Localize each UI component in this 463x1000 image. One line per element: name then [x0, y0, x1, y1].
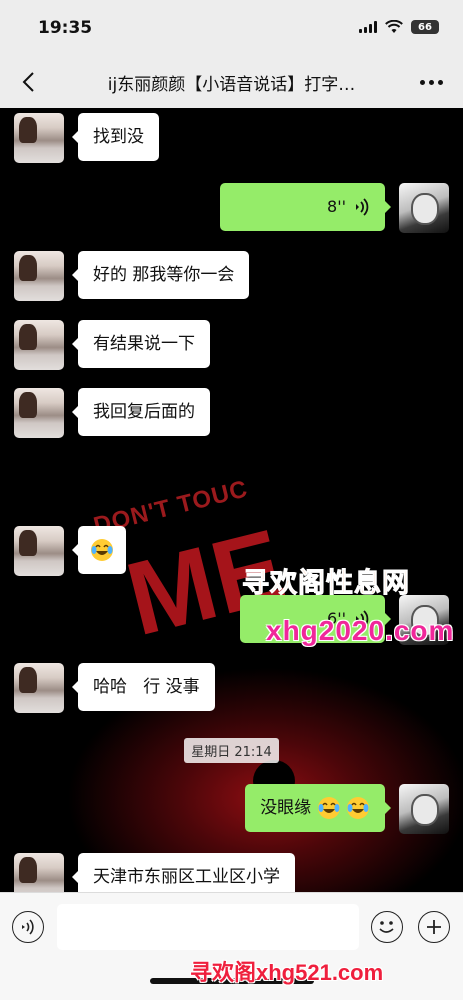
message-bubble[interactable]: 哈哈 行 没事 [72, 663, 215, 711]
message-row [14, 526, 126, 576]
message-row: 有结果说一下 [14, 320, 210, 370]
crying-laughing-emoji-icon [347, 797, 369, 819]
contact-avatar[interactable] [14, 320, 64, 370]
message-row: 找到没 [14, 113, 159, 163]
message-row: 没眼缘 [245, 784, 449, 834]
chat-title: ij东丽颜颜【小语音说话】打字… [107, 75, 356, 95]
wifi-icon [385, 20, 403, 33]
battery-icon: 66 [411, 20, 439, 34]
chat-area[interactable]: DON'T TOUC ME 找到没 8'' 好的 那我等你一会 有结果说一下 我… [0, 108, 463, 892]
watermark-title: 寻欢阁性息网 [242, 568, 410, 600]
message-bubble[interactable]: 找到没 [72, 113, 159, 161]
status-time: 19:35 [38, 18, 93, 38]
watermark-url: xhg2020.com [266, 615, 455, 646]
contact-avatar[interactable] [14, 663, 64, 713]
more-icon[interactable] [417, 70, 445, 94]
voice-duration: 8'' [327, 197, 346, 216]
crying-laughing-emoji-icon [91, 539, 113, 561]
my-avatar[interactable] [399, 784, 449, 834]
message-row: 哈哈 行 没事 [14, 663, 215, 713]
nav-bar: ij东丽颜颜【小语音说话】打字… [0, 56, 463, 108]
message-bubble[interactable]: 有结果说一下 [72, 320, 210, 368]
message-bubble[interactable]: 天津市东丽区工业区小学 [72, 853, 295, 892]
time-divider-label: 星期日 21:14 [184, 738, 279, 763]
voice-wave-icon [356, 198, 369, 216]
back-icon[interactable] [14, 68, 42, 96]
message-input[interactable] [57, 904, 359, 950]
watermark-bottom: 寻欢阁xhg521.com [190, 960, 384, 985]
time-divider: 星期日 21:14 [0, 738, 463, 763]
voice-message-bubble[interactable]: 8'' [220, 183, 391, 231]
contact-avatar[interactable] [14, 388, 64, 438]
message-row: 我回复后面的 [14, 388, 210, 438]
status-icons: 66 [359, 20, 439, 34]
plus-icon[interactable] [418, 911, 450, 943]
contact-avatar[interactable] [14, 853, 64, 892]
message-bubble[interactable]: 好的 那我等你一会 [71, 251, 250, 299]
message-row: 好的 那我等你一会 [14, 251, 250, 301]
crying-laughing-emoji-icon [317, 797, 340, 819]
contact-avatar[interactable] [14, 526, 64, 576]
message-row: 天津市东丽区工业区小学 [14, 853, 295, 892]
message-row: 8'' [220, 183, 449, 233]
signal-icon [359, 21, 377, 33]
contact-avatar[interactable] [14, 251, 64, 301]
contact-avatar[interactable] [14, 113, 64, 163]
message-bubble[interactable]: 没眼缘 [245, 784, 391, 832]
message-bubble[interactable]: 我回复后面的 [72, 388, 210, 436]
message-text: 没眼缘 [260, 798, 312, 818]
status-bar: 19:35 66 [0, 0, 463, 56]
emoji-message-bubble[interactable] [72, 526, 126, 574]
voice-input-toggle-icon[interactable] [12, 911, 44, 943]
emoji-picker-icon[interactable] [371, 911, 403, 943]
my-avatar[interactable] [399, 183, 449, 233]
